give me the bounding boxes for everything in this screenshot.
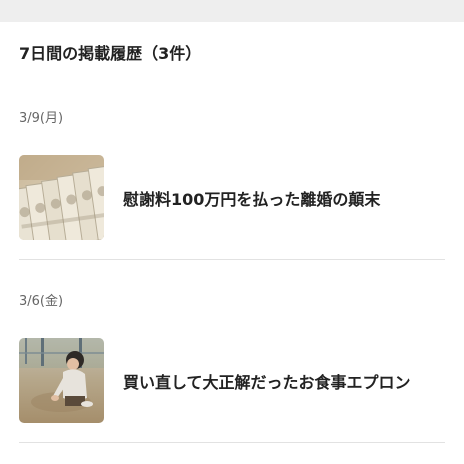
history-page: 7日間の掲載履歴（3件） 3/9(月) 慰謝料100万円を払った離婚の顛末 3/… [0,0,464,464]
article-item[interactable]: 慰謝料100万円を払った離婚の顛末 [19,155,445,241]
divider [19,442,445,443]
banknotes-thumbnail [19,155,104,240]
date-heading: 3/9(月) [19,111,64,126]
child-playing-thumbnail [19,338,104,423]
divider [19,259,445,260]
article-title: 慰謝料100万円を払った離婚の顛末 [123,190,381,209]
top-bar [0,0,464,22]
article-title: 買い直して大正解だったお食事エプロン [123,373,411,392]
section-title: 7日間の掲載履歴（3件） [19,44,202,63]
date-heading: 3/6(金) [19,294,64,309]
article-item[interactable]: 買い直して大正解だったお食事エプロン [19,338,445,424]
